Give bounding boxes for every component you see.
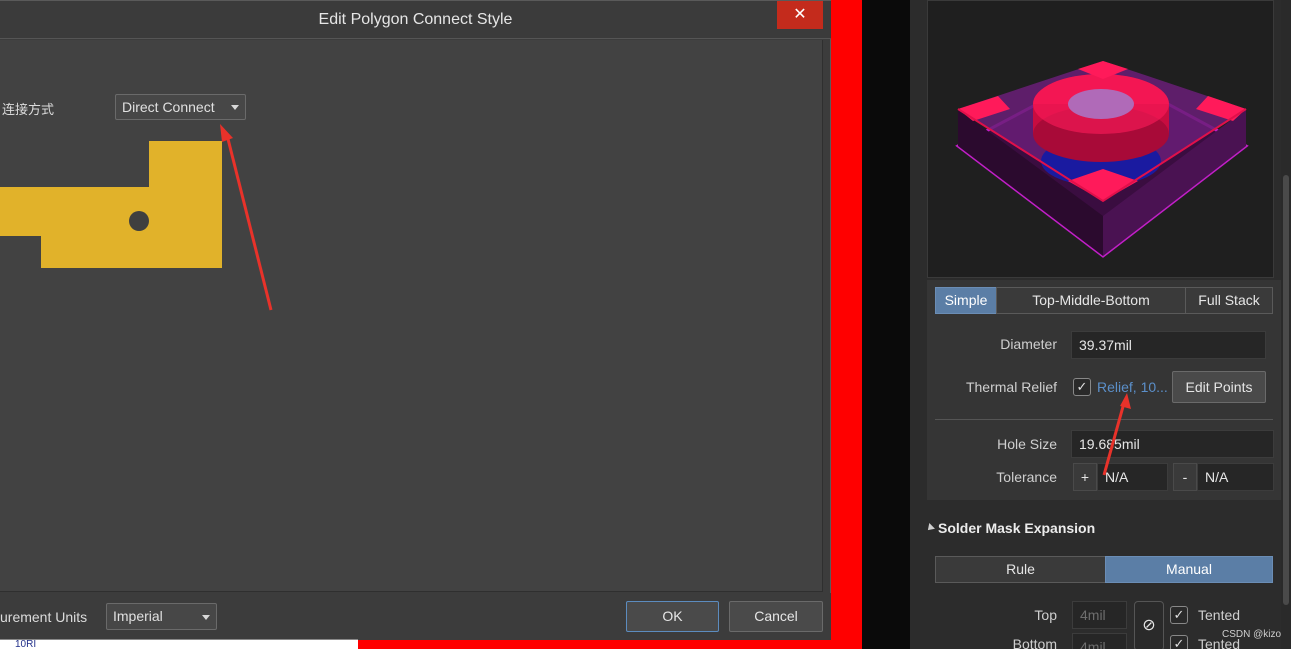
- tolerance-minus-sign: -: [1173, 463, 1197, 491]
- ok-button[interactable]: OK: [626, 601, 719, 632]
- tab-manual[interactable]: Manual: [1105, 556, 1273, 583]
- solder-mask-expansion-title[interactable]: Solder Mask Expansion: [938, 520, 1095, 536]
- measurement-units-select[interactable]: Imperial: [106, 603, 217, 630]
- schematic-strip: 10RI: [0, 639, 358, 649]
- dialog-footer: urement Units Imperial OK Cancel: [0, 593, 831, 640]
- cancel-button[interactable]: Cancel: [729, 601, 823, 632]
- divider: [935, 419, 1273, 420]
- close-button[interactable]: ✕: [777, 1, 823, 29]
- tented-top-checkbox[interactable]: ✓: [1170, 606, 1188, 624]
- connect-style-value: Direct Connect: [122, 99, 215, 115]
- measurement-units-value: Imperial: [113, 608, 163, 624]
- connect-style-select[interactable]: Direct Connect: [115, 94, 246, 120]
- tab-top-middle-bottom[interactable]: Top-Middle-Bottom: [996, 287, 1186, 314]
- panel-scrollbar[interactable]: [1281, 0, 1291, 649]
- tab-rule[interactable]: Rule: [935, 556, 1106, 583]
- chevron-down-icon: [231, 105, 239, 110]
- tented-bottom-checkbox[interactable]: ✓: [1170, 635, 1188, 649]
- top-label: Top: [1034, 607, 1057, 623]
- hole-size-label: Hole Size: [997, 436, 1057, 452]
- edit-points-button[interactable]: Edit Points: [1172, 371, 1266, 403]
- via-hole: [129, 211, 149, 231]
- dialog-body: 连接方式 Direct Connect: [0, 40, 823, 592]
- thermal-relief-label: Thermal Relief: [965, 379, 1057, 395]
- watermark: CSDN @kizo: [1222, 629, 1282, 640]
- scrollbar-thumb[interactable]: [1283, 175, 1289, 605]
- tab-simple[interactable]: Simple: [935, 287, 997, 314]
- tented-top-label: Tented: [1198, 607, 1241, 623]
- pad-3d-illustration: [928, 1, 1273, 277]
- tolerance-plus-sign: +: [1073, 463, 1097, 491]
- chain-link-icon: ⊘: [1142, 617, 1156, 634]
- tolerance-label: Tolerance: [996, 469, 1057, 485]
- red-notch: [832, 0, 862, 30]
- thermal-relief-checkbox[interactable]: ✓: [1073, 378, 1091, 396]
- dialog-title: Edit Polygon Connect Style: [0, 1, 831, 39]
- polygon-preview: [0, 141, 222, 268]
- pad-3d-preview: [927, 0, 1274, 278]
- connect-style-label: 连接方式: [2, 103, 55, 118]
- canvas-black-area: [862, 0, 910, 649]
- tolerance-plus-input[interactable]: N/A: [1097, 463, 1168, 491]
- screen: Edit Polygon Connect Style ✕ 连接方式 Direct…: [0, 0, 1291, 649]
- chevron-down-icon: [202, 614, 210, 620]
- polygon-copper-shape: [0, 141, 222, 268]
- link-toggle-button[interactable]: ⊘: [1134, 601, 1164, 649]
- hole-size-input[interactable]: 19.685mil: [1071, 430, 1274, 458]
- tab-full-stack[interactable]: Full Stack: [1185, 287, 1273, 314]
- top-mask-input[interactable]: 4mil: [1072, 601, 1127, 629]
- bottom-mask-input[interactable]: 4mil: [1072, 633, 1127, 649]
- diameter-input[interactable]: 39.37mil: [1071, 331, 1266, 359]
- edit-polygon-connect-style-dialog: Edit Polygon Connect Style ✕ 连接方式 Direct…: [0, 0, 831, 640]
- measurement-units-label: urement Units: [0, 609, 88, 625]
- thermal-relief-link[interactable]: Relief, 10...: [1097, 379, 1168, 395]
- bottom-label: Bottom: [1012, 636, 1057, 649]
- tolerance-minus-input[interactable]: N/A: [1197, 463, 1274, 491]
- diameter-label: Diameter: [1000, 336, 1057, 352]
